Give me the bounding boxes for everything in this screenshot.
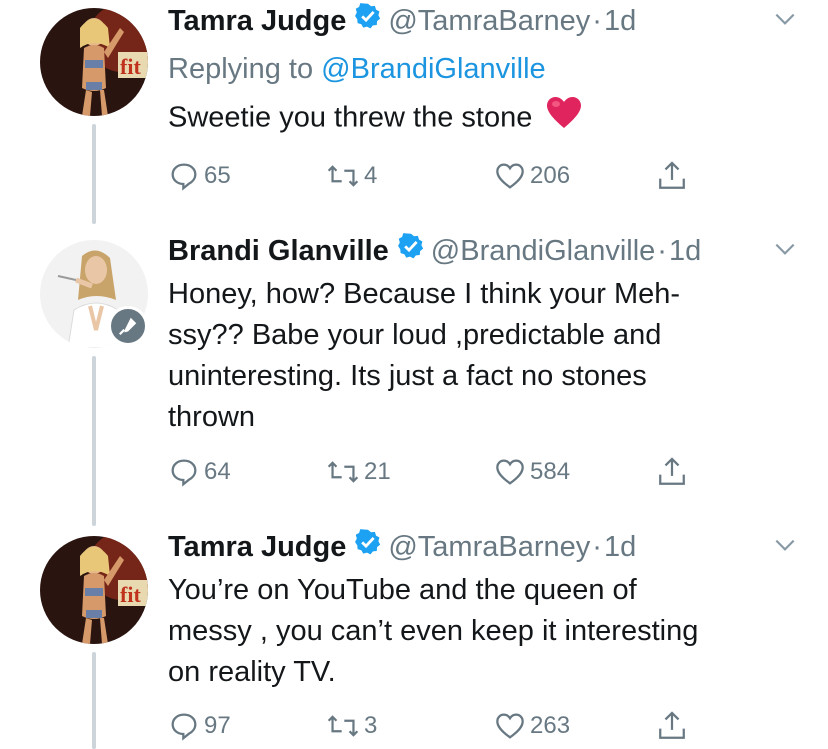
share-icon — [659, 457, 685, 485]
retweet-button[interactable]: 4 — [326, 158, 377, 194]
reply-button[interactable]: 65 — [168, 158, 231, 194]
reply-button[interactable]: 64 — [168, 454, 231, 490]
chevron-down-icon[interactable] — [772, 532, 798, 563]
tweet-text-line: on reality TV. — [168, 656, 336, 688]
retweet-count: 21 — [364, 458, 391, 485]
thread-line — [92, 356, 96, 526]
retweet-icon — [327, 165, 359, 187]
verified-badge-icon — [354, 2, 382, 40]
like-button[interactable]: 263 — [494, 708, 570, 744]
tweet-text-line: thrown — [168, 401, 256, 433]
avatar[interactable]: fit — [40, 8, 148, 116]
tweet-actions: 97 3 263 — [168, 708, 728, 744]
tweet-text-line: messy , you can’t even keep it interesti… — [168, 615, 699, 647]
share-button[interactable] — [656, 158, 688, 194]
svg-text:fit: fit — [120, 582, 141, 607]
replying-to: Replying to @BrandiGlanville — [168, 50, 798, 88]
tweet-text: Sweetie you threw the stone — [168, 96, 798, 142]
separator-dot: · — [592, 5, 602, 37]
tweet-header: Brandi Glanville @BrandiGlanville · 1d — [168, 232, 798, 270]
like-icon — [496, 713, 524, 739]
tweet-text-line: ssy?? Babe your loud ,predictable and — [168, 319, 662, 351]
chevron-down-icon[interactable] — [772, 6, 798, 37]
reply-icon — [171, 163, 197, 191]
timestamp[interactable]: 1d — [669, 232, 701, 270]
avatar[interactable]: fit — [40, 536, 148, 644]
display-name[interactable]: Brandi Glanville — [168, 232, 389, 270]
like-icon — [496, 163, 524, 189]
red-heart-emoji — [546, 96, 582, 142]
thread-line — [92, 652, 96, 749]
display-name[interactable]: Tamra Judge — [168, 528, 346, 566]
share-icon — [659, 711, 685, 739]
share-button[interactable] — [656, 708, 688, 744]
separator-dot: · — [657, 235, 667, 267]
tweet-text-line: Sweetie you threw the stone — [168, 101, 533, 134]
tweet-header: Tamra Judge @TamraBarney · 1d — [168, 2, 798, 40]
tweet-text: You’re on YouTube and the queen of messy… — [168, 570, 798, 693]
tweet-actions: 65 4 206 — [168, 158, 728, 194]
retweet-icon — [327, 461, 359, 483]
chevron-down-icon[interactable] — [772, 236, 798, 267]
like-button[interactable]: 584 — [494, 454, 570, 490]
user-handle[interactable]: @BrandiGlanville — [431, 232, 655, 270]
like-icon — [496, 459, 524, 485]
reply-button[interactable]: 97 — [168, 708, 231, 744]
user-handle[interactable]: @TamraBarney — [388, 528, 590, 566]
verified-badge-icon — [354, 528, 382, 566]
timestamp[interactable]: 1d — [604, 528, 636, 566]
timestamp[interactable]: 1d — [604, 2, 636, 40]
svg-text:fit: fit — [120, 54, 141, 79]
reply-count: 64 — [204, 458, 231, 485]
user-handle[interactable]: @TamraBarney — [388, 2, 590, 40]
share-icon — [659, 161, 685, 189]
reply-icon — [171, 459, 197, 487]
separator-dot: · — [592, 531, 602, 563]
microphone-icon — [108, 306, 148, 346]
like-count: 263 — [530, 712, 571, 739]
retweet-button[interactable]: 21 — [326, 454, 391, 490]
like-count: 584 — [530, 458, 571, 485]
like-button[interactable]: 206 — [494, 158, 570, 194]
retweet-button[interactable]: 3 — [326, 708, 377, 744]
tweet-text-line: Honey, how? Because I think your Meh- — [168, 278, 681, 310]
share-button[interactable] — [656, 454, 688, 490]
tweet-header: Tamra Judge @TamraBarney · 1d — [168, 528, 798, 566]
display-name[interactable]: Tamra Judge — [168, 2, 346, 40]
retweet-count: 3 — [364, 712, 378, 739]
like-count: 206 — [530, 162, 571, 189]
reply-count: 97 — [204, 712, 231, 739]
thread-line — [92, 124, 96, 224]
tweet-text-line: uninteresting. Its just a fact no stones — [168, 360, 647, 392]
replying-to-label: Replying to — [168, 53, 322, 85]
retweet-icon — [327, 715, 359, 737]
mention-link[interactable]: @BrandiGlanville — [321, 53, 545, 85]
reply-icon — [171, 713, 197, 741]
tweet-text-line: You’re on YouTube and the queen of — [168, 574, 637, 606]
tweet-text: Honey, how? Because I think your Meh- ss… — [168, 274, 798, 438]
reply-count: 65 — [204, 162, 231, 189]
verified-badge-icon — [397, 232, 425, 270]
tweet-actions: 64 21 584 — [168, 454, 728, 490]
retweet-count: 4 — [364, 162, 378, 189]
